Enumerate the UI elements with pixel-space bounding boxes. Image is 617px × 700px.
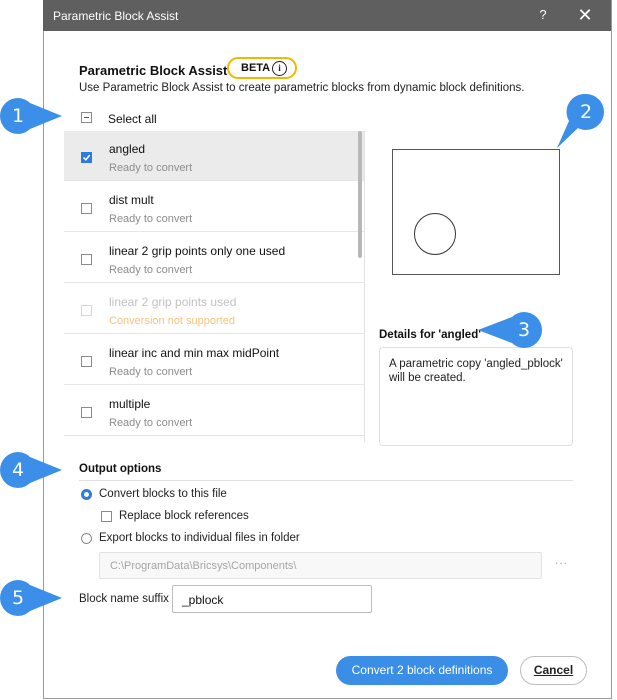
list-item-status: Ready to convert (109, 264, 193, 276)
callout-number-4: 4 (11, 459, 25, 481)
list-item-checkbox[interactable] (81, 254, 92, 265)
select-all-checkbox[interactable] (81, 112, 92, 123)
list-item-checkbox[interactable] (81, 407, 92, 418)
list-scrollbar[interactable] (358, 131, 362, 258)
convert-button[interactable]: Convert 2 block definitions (336, 656, 508, 685)
list-item-name: dist mult (109, 193, 154, 207)
convert-to-file-label[interactable]: Convert blocks to this file (99, 488, 227, 500)
callout-marker-4: 4 (0, 452, 64, 488)
select-all-label[interactable]: Select all (108, 112, 157, 126)
list-item-checkbox[interactable] (81, 356, 92, 367)
suffix-label: Block name suffix (79, 593, 169, 605)
cancel-button[interactable]: Cancel (520, 656, 587, 685)
divider (79, 480, 573, 481)
callout-number-1: 1 (11, 105, 25, 127)
callout-marker-3: 3 (476, 312, 542, 348)
convert-to-file-radio[interactable] (81, 489, 92, 500)
export-to-folder-label[interactable]: Export blocks to individual files in fol… (99, 532, 300, 544)
page-title: Parametric Block Assist (79, 63, 228, 78)
list-item-name: angled (109, 142, 146, 156)
suffix-input[interactable]: _pblock (172, 585, 372, 613)
list-item-checkbox[interactable] (81, 152, 92, 163)
callout-number-2: 2 (579, 101, 593, 123)
list-item[interactable]: multiple Ready to convert (64, 386, 364, 436)
details-box: A parametric copy 'angled_pblock' will b… (379, 347, 573, 446)
window-title: Parametric Block Assist (53, 9, 179, 23)
list-item[interactable]: dist mult Ready to convert (64, 182, 364, 232)
list-item-checkbox (81, 305, 92, 316)
list-item: linear 2 grip points used Conversion not … (64, 284, 364, 334)
replace-references-checkbox[interactable] (101, 511, 112, 522)
replace-references-label[interactable]: Replace block references (119, 510, 249, 522)
callout-marker-2: 2 (556, 93, 608, 149)
title-bar: Parametric Block Assist ? ✕ (43, 0, 611, 31)
block-list[interactable]: angled Ready to convert dist mult Ready to … (64, 131, 365, 442)
details-title: Details for 'angled' (379, 329, 481, 341)
list-item-name: linear inc and min max midPoint (109, 346, 280, 360)
beta-badge: BETA i (227, 57, 297, 79)
folder-path-input: C:\ProgramData\Bricsys\Components\ (99, 552, 542, 579)
list-item-status: Conversion not supported (109, 315, 235, 327)
close-button[interactable]: ✕ (573, 5, 597, 25)
list-item-status: Ready to convert (109, 417, 193, 429)
list-item-name: linear 2 grip points used (109, 295, 237, 309)
list-item[interactable]: linear inc and min max midPoint Ready to … (64, 335, 364, 385)
preview-circle-shape (414, 213, 456, 255)
callout-number-5: 5 (11, 587, 25, 609)
list-item-status: Ready to convert (109, 366, 193, 378)
suffix-value[interactable]: _pblock (182, 593, 223, 607)
list-item-name: linear 2 grip points only one used (109, 244, 286, 258)
callout-marker-1: 1 (0, 98, 64, 134)
list-item-name: multiple (109, 397, 151, 411)
browse-folder-button: ··· (554, 555, 568, 570)
callout-marker-5: 5 (0, 580, 64, 616)
info-icon[interactable]: i (272, 61, 287, 76)
description-text: Use Parametric Block Assist to create pa… (79, 82, 525, 94)
export-to-folder-radio[interactable] (81, 533, 92, 544)
callout-number-3: 3 (517, 319, 531, 341)
output-options-title: Output options (79, 463, 162, 475)
beta-label: BETA (241, 62, 271, 74)
list-item-checkbox[interactable] (81, 203, 92, 214)
list-item[interactable]: angled Ready to convert (64, 131, 364, 181)
block-preview (392, 149, 560, 275)
details-text: A parametric copy 'angled_pblock' will b… (389, 358, 563, 384)
folder-path-value: C:\ProgramData\Bricsys\Components\ (110, 560, 297, 572)
list-item[interactable]: linear 2 grip points only one used Ready … (64, 233, 364, 283)
check-icon (82, 154, 91, 161)
help-button[interactable]: ? (533, 5, 553, 25)
list-item-status: Ready to convert (109, 213, 193, 225)
list-item-status: Ready to convert (109, 162, 193, 174)
